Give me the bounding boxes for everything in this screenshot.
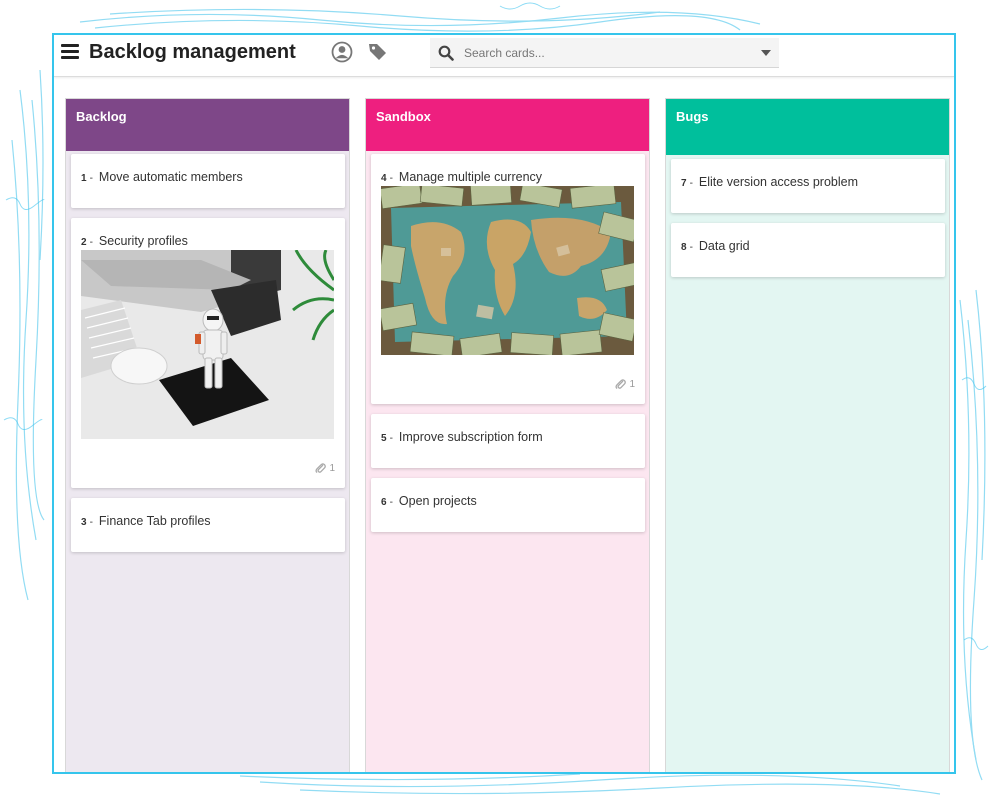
- card-title: Finance Tab profiles: [98, 514, 211, 528]
- card[interactable]: 1- Move automatic members: [71, 154, 345, 208]
- paperclip-icon: [315, 463, 327, 474]
- column-title: Backlog: [76, 109, 127, 124]
- card[interactable]: 4- Manage multiple currency 1: [371, 154, 645, 404]
- card-title: Improve subscription form: [398, 430, 543, 444]
- attachment-count-value: 1: [629, 378, 635, 390]
- card-title: Manage multiple currency: [398, 170, 543, 184]
- search-input[interactable]: [464, 42, 754, 64]
- card-title: Elite version access problem: [698, 175, 859, 189]
- column-header[interactable]: Backlog: [66, 99, 349, 151]
- card-number: 8: [681, 242, 687, 253]
- card[interactable]: 5- Improve subscription form: [371, 414, 645, 468]
- column-header[interactable]: Bugs: [666, 99, 949, 155]
- card-number: 3: [81, 517, 87, 528]
- card-cover-image: [81, 250, 334, 439]
- kanban-app-window: Backlog management Search cards... Backl…: [52, 33, 956, 774]
- column-backlog: Backlog 1- Move automatic members 2- Secur…: [65, 98, 350, 772]
- page-title: Backlog management: [89, 41, 296, 63]
- search-icon: [438, 45, 454, 61]
- paperclip-icon: [615, 379, 627, 390]
- user-circle-icon[interactable]: [331, 41, 353, 63]
- column-sandbox: Sandbox 4- Manage multiple currency 1 5 …: [365, 98, 650, 772]
- top-toolbar: Backlog management: [54, 35, 954, 77]
- card[interactable]: 2- Security profiles 1: [71, 218, 345, 488]
- card-title: Open projects: [398, 494, 477, 508]
- card[interactable]: 3- Finance Tab profiles: [71, 498, 345, 552]
- card-title: Data grid: [698, 239, 750, 253]
- card[interactable]: 7- Elite version access problem: [671, 159, 945, 213]
- card-number: 2: [81, 237, 87, 248]
- column-title: Bugs: [676, 109, 709, 124]
- caret-down-icon[interactable]: [761, 50, 771, 56]
- column-bugs: Bugs 7- Elite version access problem 8- Da…: [665, 98, 950, 772]
- card-title: Security profiles: [98, 234, 188, 248]
- attachment-count: 1: [315, 462, 335, 474]
- attachment-count: 1: [615, 378, 635, 390]
- attachment-count-value: 1: [329, 462, 335, 474]
- card-number: 1: [81, 173, 87, 184]
- tag-icon[interactable]: [367, 41, 389, 63]
- card-number: 7: [681, 178, 687, 189]
- card[interactable]: 8- Data grid: [671, 223, 945, 277]
- column-title: Sandbox: [376, 109, 431, 124]
- hamburger-menu-icon[interactable]: [61, 44, 79, 60]
- card-title: Move automatic members: [98, 170, 243, 184]
- column-header[interactable]: Sandbox: [366, 99, 649, 151]
- search-field[interactable]: [430, 38, 779, 68]
- card-number: 4: [381, 173, 387, 184]
- card-number: 5: [381, 433, 387, 444]
- card-cover-image: [381, 186, 634, 355]
- card-number: 6: [381, 497, 387, 508]
- card[interactable]: 6- Open projects: [371, 478, 645, 532]
